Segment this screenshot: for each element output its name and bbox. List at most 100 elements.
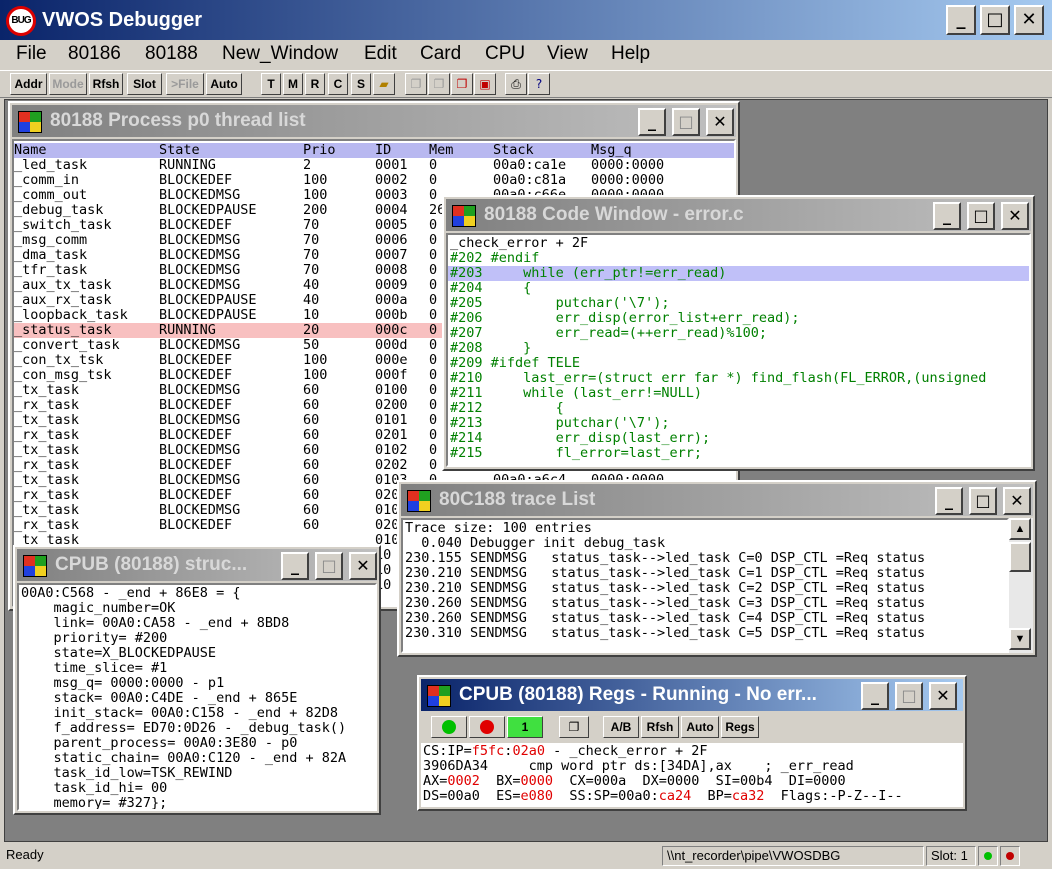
trace-line[interactable]: 0.040 Debugger init debug_task <box>405 536 665 551</box>
minimize-icon[interactable]: _ <box>933 202 961 230</box>
copy-icon[interactable]: ❐ <box>405 73 427 95</box>
auto-button[interactable]: Auto <box>206 73 242 95</box>
c-button[interactable]: C <box>328 73 348 95</box>
minimize-icon[interactable]: _ <box>638 108 666 136</box>
minimize-icon[interactable]: _ <box>861 682 889 710</box>
table-row[interactable]: _comm_in BLOCKEDEF 100 0002 0 00a0:c81a 0000:0… <box>14 173 734 188</box>
close-icon[interactable]: ✕ <box>1001 202 1029 230</box>
refresh-button[interactable]: Rfsh <box>89 73 123 95</box>
t-button[interactable]: T <box>261 73 281 95</box>
code-line[interactable]: #215 fl_error=last_err; <box>450 446 702 461</box>
code-line[interactable]: #212 { <box>450 401 564 416</box>
paste-icon[interactable]: ❐ <box>428 73 450 95</box>
ab-button[interactable]: A/B <box>603 716 639 738</box>
table-cell: BLOCKEDEF <box>159 397 233 413</box>
file-button[interactable]: >File <box>166 73 204 95</box>
trace-line[interactable]: 230.210 SENDMSG status_task-->led_task C… <box>405 566 925 581</box>
step-button[interactable]: 1 <box>507 716 543 738</box>
table-cell: 100 <box>303 187 328 203</box>
table-cell: 000f <box>375 367 408 383</box>
menu-80188[interactable]: 80188 <box>145 43 198 65</box>
close-icon[interactable]: ✕ <box>929 682 957 710</box>
m-button[interactable]: M <box>283 73 303 95</box>
close-icon[interactable]: ✕ <box>706 108 734 136</box>
code-line[interactable]: _check_error + 2F <box>450 236 588 251</box>
code-line[interactable]: #213 putchar('\7'); <box>450 416 669 431</box>
mode-button[interactable]: Mode <box>49 73 87 95</box>
trace-line[interactable]: 230.210 SENDMSG status_task-->led_task C… <box>405 581 925 596</box>
scroll-up-icon[interactable]: ▲ <box>1009 518 1031 540</box>
table-cell: _comm_in <box>14 172 80 188</box>
code-line[interactable]: #214 err_disp(last_err); <box>450 431 710 446</box>
go-button[interactable] <box>431 716 467 738</box>
table-cell: 0008 <box>375 262 408 278</box>
code-line[interactable]: #207 err_read=(++err_read)%100; <box>450 326 767 341</box>
menu-card[interactable]: Card <box>420 43 461 65</box>
scroll-thumb[interactable] <box>1009 542 1031 572</box>
close-icon[interactable]: ✕ <box>349 552 377 580</box>
table-cell: 60 <box>303 457 320 473</box>
struct-title: CPUB (80188) struc... <box>55 554 248 575</box>
auto-button[interactable]: Auto <box>681 716 719 738</box>
code-line[interactable]: #203 while (err_ptr!=err_read) <box>448 266 1029 281</box>
minimize-icon[interactable]: _ <box>935 487 963 515</box>
menu-cpu[interactable]: CPU <box>485 43 525 65</box>
code-line[interactable]: #205 putchar('\7'); <box>450 296 669 311</box>
stop-button[interactable] <box>469 716 505 738</box>
code-line[interactable]: #206 err_disp(error_list+err_read); <box>450 311 800 326</box>
maximize-icon[interactable]: □ <box>980 5 1010 35</box>
close-icon[interactable]: ✕ <box>1003 487 1031 515</box>
copy-icon[interactable]: ❐ <box>559 716 589 738</box>
maximize-icon[interactable]: □ <box>895 682 923 710</box>
s-button[interactable]: S <box>351 73 371 95</box>
print-icon[interactable]: ⎙ <box>505 73 527 95</box>
trace-line[interactable]: 230.310 SENDMSG status_task-->led_task C… <box>405 626 925 641</box>
table-cell: 60 <box>303 472 320 488</box>
menu-edit[interactable]: Edit <box>364 43 397 65</box>
code-line[interactable]: #208 } <box>450 341 531 356</box>
menu-file[interactable]: File <box>16 43 47 65</box>
trace-line[interactable]: Trace size: 100 entries <box>405 521 592 536</box>
struct-titlebar: CPUB (80188) struc... _ □ ✕ <box>17 549 377 581</box>
mdi-workspace: 80188 Process p0 thread list _ □ ✕ Name S… <box>4 99 1048 842</box>
status-pipe: \\nt_recorder\pipe\VWOSDBG <box>662 846 924 866</box>
scroll-down-icon[interactable]: ▼ <box>1009 628 1031 650</box>
trace-line[interactable]: 230.260 SENDMSG status_task-->led_task C… <box>405 596 925 611</box>
addr-button[interactable]: Addr <box>10 73 47 95</box>
table-cell: 60 <box>303 397 320 413</box>
table-row[interactable]: _led_task RUNNING 2 0001 0 00a0:ca1e 0000:0000 <box>14 158 734 173</box>
refresh-button[interactable]: Rfsh <box>641 716 679 738</box>
table-cell: RUNNING <box>159 157 216 173</box>
menu-help[interactable]: Help <box>611 43 650 65</box>
code-line[interactable]: #202 #endif <box>450 251 539 266</box>
table-cell: 0 <box>429 367 438 383</box>
help-icon[interactable]: ? <box>528 73 550 95</box>
maximize-icon[interactable]: □ <box>969 487 997 515</box>
trace-line[interactable]: 230.260 SENDMSG status_task-->led_task C… <box>405 611 925 626</box>
maximize-icon[interactable]: □ <box>967 202 995 230</box>
code-line[interactable]: #204 { <box>450 281 531 296</box>
menu-new-window[interactable]: New_Window <box>222 43 338 65</box>
main-toolbar: Addr Mode Rfsh Slot >File Auto T M R C S… <box>0 70 1052 98</box>
window-copy-icon[interactable]: ❐ <box>451 73 473 95</box>
maximize-icon[interactable]: □ <box>672 108 700 136</box>
r-button[interactable]: R <box>305 73 325 95</box>
maximize-icon[interactable]: □ <box>315 552 343 580</box>
code-line[interactable]: #210 last_err=(struct err far *) find_fl… <box>450 371 986 386</box>
window-close-icon[interactable]: ▣ <box>474 73 496 95</box>
menu-view[interactable]: View <box>547 43 588 65</box>
minimize-icon[interactable]: _ <box>281 552 309 580</box>
minimize-icon[interactable]: _ <box>946 5 976 35</box>
trace-line[interactable]: 230.155 SENDMSG status_task-->led_task C… <box>405 551 925 566</box>
regs-button[interactable]: Regs <box>721 716 759 738</box>
table-cell: BLOCKEDEF <box>159 172 233 188</box>
code-line[interactable]: #209 #ifdef TELE <box>450 356 580 371</box>
struct-line: magic_number=OK <box>21 600 176 616</box>
trace-scrollbar[interactable]: ▲ ▼ <box>1009 518 1033 653</box>
slot-button[interactable]: Slot <box>127 73 162 95</box>
menu-80186[interactable]: 80186 <box>68 43 121 65</box>
open-folder-icon[interactable]: ▰ <box>373 73 395 95</box>
code-line[interactable]: #211 while (last_err!=NULL) <box>450 386 702 401</box>
close-icon[interactable]: ✕ <box>1014 5 1044 35</box>
column-header: Prio <box>303 142 336 158</box>
